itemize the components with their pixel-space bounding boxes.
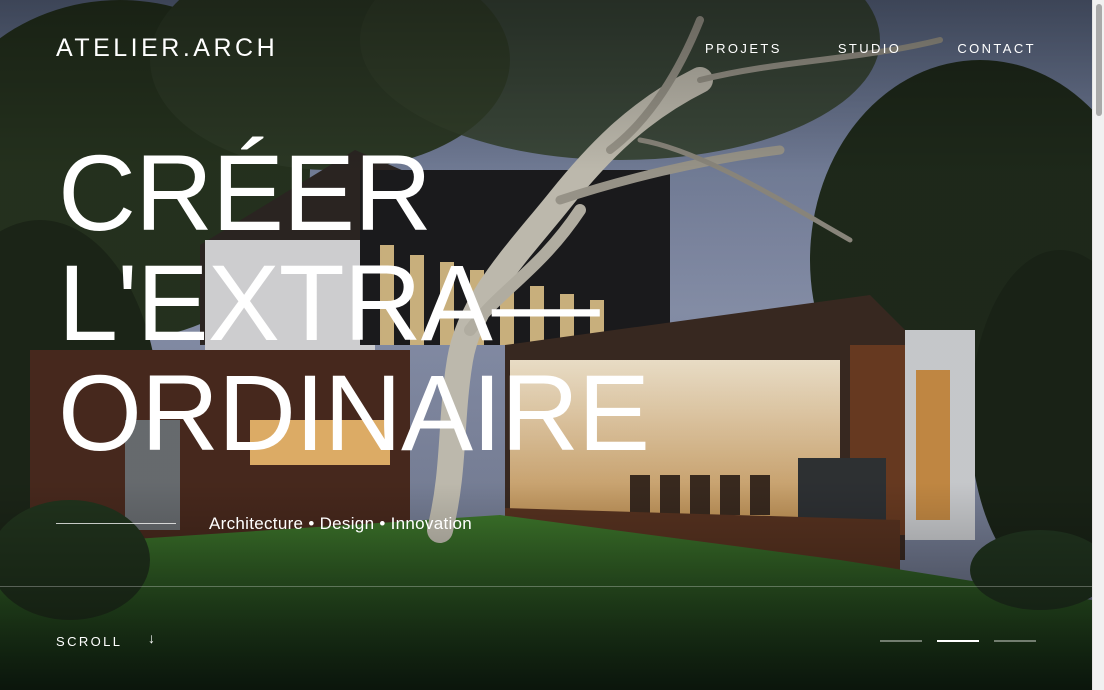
page-scrollbar[interactable] [1092, 0, 1104, 690]
scroll-label[interactable]: SCROLL [56, 634, 122, 649]
pager-dot-1[interactable] [880, 640, 922, 642]
footer-divider [0, 586, 1092, 587]
site-logo[interactable]: ATELIER.ARCH [56, 34, 278, 63]
hero-tagline: Architecture • Design • Innovation [209, 514, 473, 533]
scrollbar-thumb[interactable] [1096, 4, 1102, 116]
tagline-divider [56, 523, 176, 524]
main-navigation: PROJETS STUDIO CONTACT [705, 41, 1036, 56]
headline-line-1: CRÉER [58, 132, 432, 253]
nav-link-studio[interactable]: STUDIO [838, 41, 902, 56]
pager-dot-2[interactable] [937, 640, 979, 642]
nav-link-contact[interactable]: CONTACT [957, 41, 1036, 56]
headline-line-3: ORDINAIRE [58, 352, 650, 473]
arrow-down-icon[interactable]: ↓ [148, 630, 155, 646]
hero-section: ATELIER.ARCH PROJETS STUDIO CONTACT CRÉE… [0, 0, 1092, 690]
slide-pager [880, 640, 1036, 642]
headline-line-2: L'EXTRA— [58, 242, 600, 363]
pager-dot-3[interactable] [994, 640, 1036, 642]
nav-link-projets[interactable]: PROJETS [705, 41, 782, 56]
hero-headline: CRÉER L'EXTRA— ORDINAIRE [58, 132, 650, 473]
